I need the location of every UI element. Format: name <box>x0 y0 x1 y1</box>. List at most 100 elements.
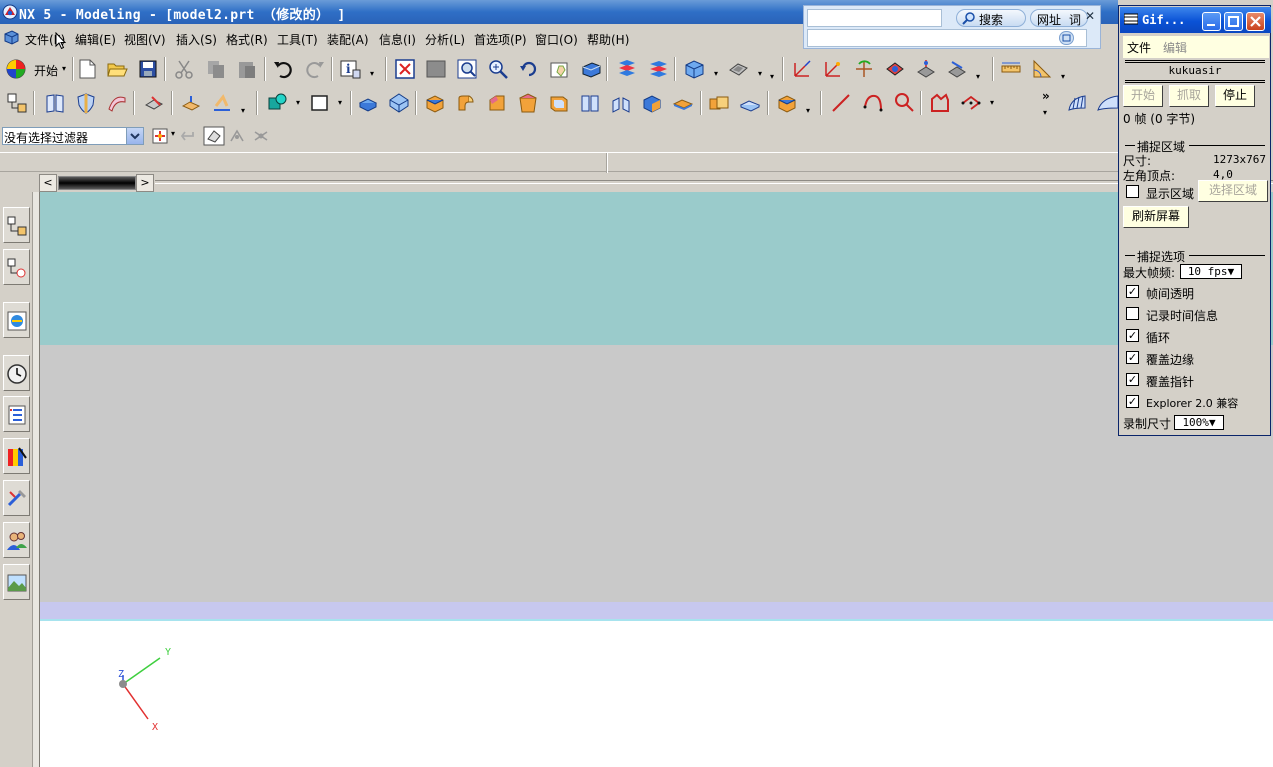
palettes-tab[interactable] <box>3 564 30 600</box>
dropdown-icon[interactable]: ▾ <box>990 98 994 107</box>
menu-preferences[interactable]: 首选项(P) <box>474 31 527 48</box>
option-checkbox-0[interactable]: ✓ <box>1126 285 1139 298</box>
unite-icon[interactable] <box>708 92 730 114</box>
sketch-book-icon[interactable] <box>44 92 66 114</box>
save-icon[interactable] <box>137 58 159 80</box>
shield-icon[interactable] <box>75 92 97 114</box>
dropdown-icon[interactable]: ▾ <box>171 129 175 138</box>
surface-sweep-icon[interactable] <box>106 92 128 114</box>
option-checkbox-3[interactable]: ✓ <box>1126 351 1139 364</box>
cut-icon[interactable] <box>173 58 195 80</box>
pan-icon[interactable] <box>549 58 571 80</box>
stop-record-button[interactable]: 停止 <box>1215 85 1255 107</box>
reuse-library-tab[interactable] <box>3 480 30 516</box>
visualization-tab[interactable] <box>3 438 30 474</box>
menu-information[interactable]: 信息(I) <box>379 31 416 48</box>
wcs-orient-icon[interactable] <box>822 58 844 80</box>
start-dropdown-icon[interactable]: ▾ <box>62 64 66 73</box>
mesh-surface-icon[interactable] <box>1096 92 1118 114</box>
menu-insert[interactable]: 插入(S) <box>176 31 217 48</box>
draft-icon[interactable] <box>517 92 539 114</box>
max-fps-select[interactable]: 10 fps▼ <box>1180 264 1242 279</box>
dropdown-icon[interactable]: ▾ <box>770 72 774 81</box>
start-record-button[interactable]: 开始 <box>1123 85 1163 107</box>
information-icon[interactable]: i <box>339 58 361 80</box>
search-button[interactable]: 搜索 <box>956 9 1026 27</box>
book-icon[interactable] <box>579 92 601 114</box>
block-icon[interactable] <box>424 92 446 114</box>
toolbar-overflow-icon[interactable]: » <box>1042 89 1050 103</box>
dropdown-icon[interactable]: ▾ <box>370 69 374 78</box>
option-checkbox-4[interactable]: ✓ <box>1126 373 1139 386</box>
option-checkbox-5[interactable]: ✓ <box>1126 395 1139 408</box>
ruled-surface-icon[interactable] <box>1066 92 1088 114</box>
fit-icon[interactable] <box>394 58 416 80</box>
rotate-icon[interactable] <box>518 58 540 80</box>
subtract-icon[interactable] <box>739 92 761 114</box>
part-tab[interactable] <box>58 176 136 190</box>
sketch-point-icon[interactable] <box>266 92 288 114</box>
go-button[interactable] <box>1059 31 1074 45</box>
new-file-icon[interactable] <box>76 58 98 80</box>
maximize-button[interactable] <box>1224 12 1243 31</box>
internet-explorer-tab[interactable] <box>3 302 30 338</box>
menu-analysis[interactable]: 分析(L) <box>425 31 465 48</box>
paste-icon[interactable] <box>236 58 258 80</box>
refresh-screen-button[interactable]: 刷新屏幕 <box>1123 206 1189 228</box>
roles-tab[interactable] <box>3 522 30 558</box>
assembly-navigator-tab[interactable] <box>3 207 30 243</box>
toolbar-options-icon[interactable]: ▾ <box>1043 108 1047 117</box>
type-filter-select[interactable]: 没有选择过滤器 <box>2 127 144 145</box>
system-materials-tab[interactable] <box>3 396 30 432</box>
show-area-checkbox[interactable] <box>1126 185 1139 198</box>
dropdown-icon[interactable]: ▾ <box>806 106 810 115</box>
select-area-button[interactable]: 选择区域 <box>1198 180 1268 202</box>
option-checkbox-2[interactable]: ✓ <box>1126 329 1139 342</box>
menu-assembly[interactable]: 装配(A) <box>327 31 369 48</box>
wcs-icon[interactable] <box>791 58 813 80</box>
measure-angle-icon[interactable] <box>1031 58 1053 80</box>
scroll-left-button[interactable]: < <box>39 174 57 192</box>
layer-visible-icon[interactable] <box>647 58 669 80</box>
wcs-rotate-icon[interactable] <box>853 58 875 80</box>
address-input[interactable] <box>807 29 1087 47</box>
chevron-down-icon[interactable] <box>126 128 143 144</box>
wcs-display-icon[interactable] <box>946 58 968 80</box>
revolve-icon[interactable] <box>388 92 410 114</box>
grab-frame-button[interactable]: 抓取 <box>1169 85 1209 107</box>
undo-icon[interactable] <box>272 58 294 80</box>
trim-body-icon[interactable] <box>641 92 663 114</box>
extrude-icon[interactable] <box>357 92 379 114</box>
zoom-icon[interactable] <box>487 58 509 80</box>
shaded-view-icon[interactable] <box>580 58 602 80</box>
shell-icon[interactable] <box>548 92 570 114</box>
spline-icon[interactable] <box>960 92 982 114</box>
wcs-origin-icon[interactable] <box>915 58 937 80</box>
blend-icon[interactable] <box>455 92 477 114</box>
dropdown-icon[interactable]: ▾ <box>241 106 245 115</box>
circle-icon[interactable] <box>893 92 915 114</box>
close-button[interactable] <box>1246 12 1265 31</box>
record-size-select[interactable]: 100%▼ <box>1174 415 1224 430</box>
quick-pick-icon[interactable] <box>203 126 225 146</box>
datum-axis-icon[interactable] <box>211 92 233 114</box>
copy-icon[interactable] <box>205 58 227 80</box>
fillet-curve-icon[interactable] <box>929 92 951 114</box>
mirror-icon[interactable] <box>610 92 632 114</box>
scroll-right-button[interactable]: > <box>136 174 154 192</box>
line-icon[interactable] <box>830 92 852 114</box>
dropdown-icon[interactable]: ▾ <box>976 72 980 81</box>
wcs-dynamic-icon[interactable] <box>884 58 906 80</box>
dropdown-icon[interactable]: ▾ <box>714 69 718 78</box>
datum-plane-icon[interactable] <box>180 92 202 114</box>
graphics-window[interactable]: Y Z X <box>40 192 1273 767</box>
undo-selection-icon[interactable] <box>180 128 196 144</box>
menu-edit[interactable]: 编辑(E) <box>75 31 116 48</box>
menu-tools[interactable]: 工具(T) <box>277 31 318 48</box>
view-cube-icon[interactable] <box>683 58 705 80</box>
assembly-navigator-icon[interactable] <box>6 92 28 114</box>
close-icon[interactable]: ✕ <box>1085 9 1095 23</box>
dropdown-icon[interactable]: ▾ <box>296 98 300 107</box>
option-checkbox-1[interactable] <box>1126 307 1139 320</box>
part-navigator-tab[interactable] <box>3 249 30 285</box>
